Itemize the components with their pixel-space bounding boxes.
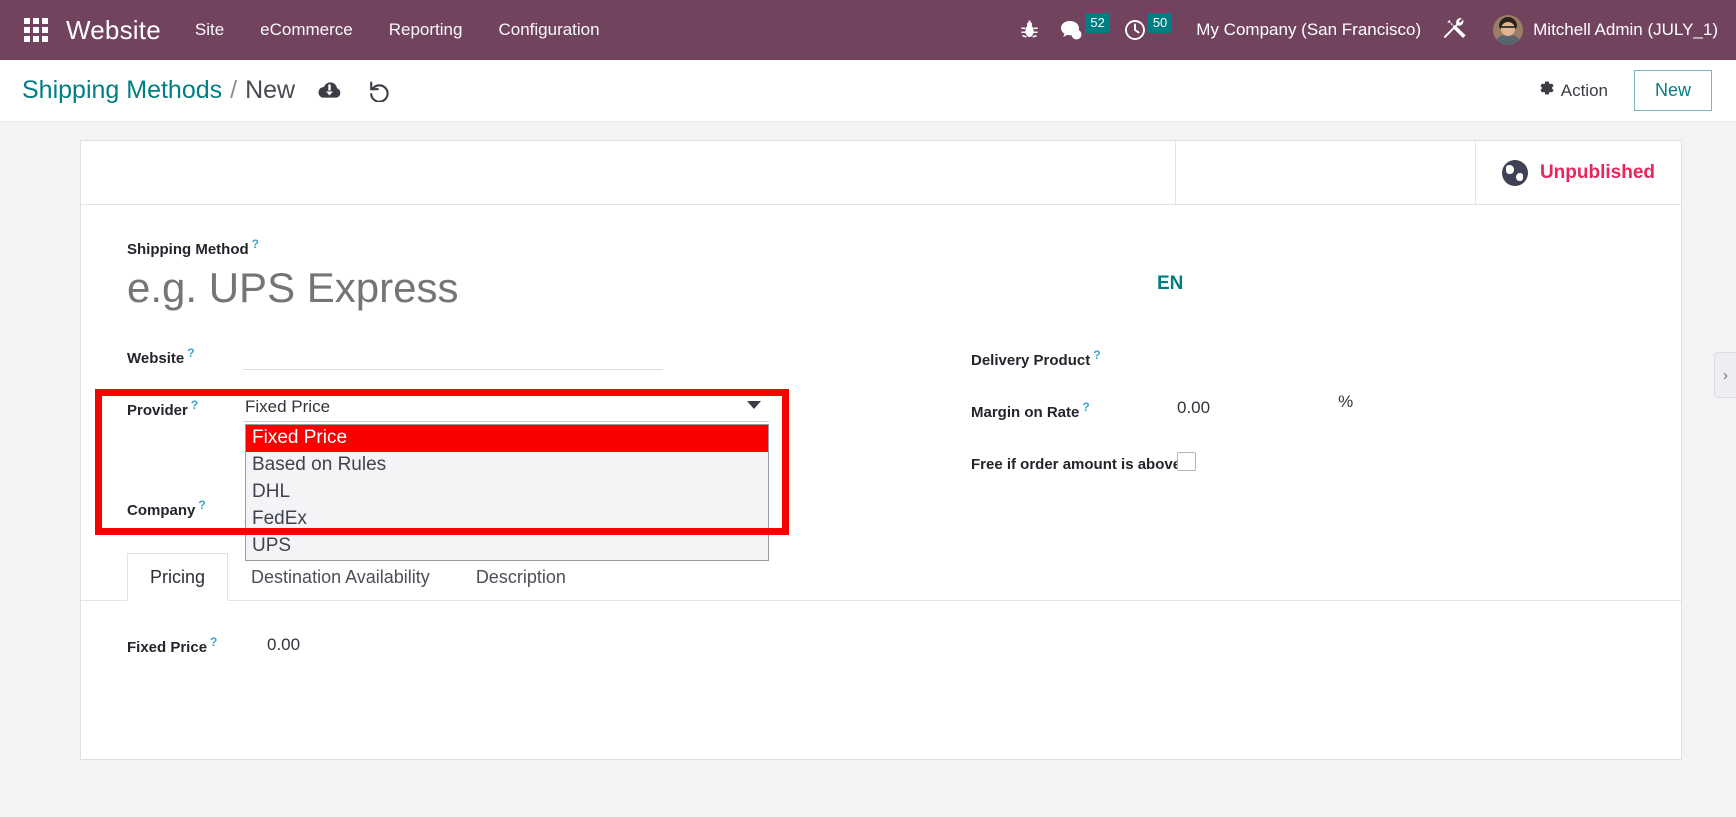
user-menu[interactable]: Mitchell Admin (JULY_1) (1533, 20, 1718, 40)
provider-option-fixed-price[interactable]: Fixed Price (246, 425, 768, 452)
tooltip-icon[interactable]: ? (198, 498, 205, 512)
tooltip-icon[interactable]: ? (1082, 400, 1089, 414)
status-badge[interactable]: Unpublished (1474, 141, 1681, 204)
tooltip-icon[interactable]: ? (252, 237, 259, 251)
delivery-product-label: Delivery Product? (971, 348, 1101, 369)
delivery-product-value[interactable] (1177, 340, 1635, 344)
gear-icon (1538, 80, 1554, 101)
field-free-if-order-amount-above: Free if order amount is above? (971, 444, 1635, 492)
tooltip-icon[interactable]: ? (187, 346, 194, 360)
activities-count-badge[interactable]: 50 (1147, 13, 1173, 33)
action-button[interactable]: Action (1538, 80, 1608, 101)
shipping-method-input[interactable] (127, 264, 827, 312)
breadcrumb-separator: / (230, 76, 238, 104)
provider-dropdown-list[interactable]: Fixed Price Based on Rules DHL FedEx UPS (245, 424, 769, 561)
field-margin-on-rate: Margin on Rate? 0.00 % (971, 392, 1635, 440)
status-badge-label: Unpublished (1539, 161, 1655, 183)
sheet-inner: Shipping Method? EN Website? (81, 205, 1681, 561)
fixed-price-input[interactable]: 0.00 (267, 629, 300, 655)
navbar-system-tray: 52 50 My Company (San Francisco) Mitchel… (1021, 13, 1718, 45)
tab-content-pricing: Fixed Price? 0.00 (81, 601, 1681, 703)
company-label: Company? (127, 498, 206, 519)
provider-option-ups[interactable]: UPS (246, 533, 768, 560)
tab-pricing[interactable]: Pricing (127, 553, 229, 601)
form-columns: Website? Provider? Fixed Price Fixed Pri… (127, 340, 1635, 561)
provider-option-based-on-rules[interactable]: Based on Rules (246, 452, 768, 479)
free-if-order-amount-checkbox[interactable] (1177, 452, 1196, 471)
sheet-header: Unpublished (81, 141, 1681, 205)
field-provider: Provider? Fixed Price Fixed Price Based … (127, 392, 881, 561)
fixed-price-label: Fixed Price? (127, 635, 218, 656)
field-delivery-product: Delivery Product? (971, 340, 1635, 388)
page-body: Unpublished Shipping Method? EN Website? (0, 122, 1736, 817)
menu-item-configuration[interactable]: Configuration (498, 20, 599, 40)
messages-icon[interactable] (1060, 20, 1083, 41)
app-brand-website[interactable]: Website (66, 15, 161, 46)
undo-icon[interactable] (368, 80, 392, 102)
wrench-screwdriver-icon[interactable] (1443, 17, 1469, 43)
control-panel-actions: Action New (1538, 70, 1712, 111)
field-fixed-price: Fixed Price? 0.00 (127, 629, 1635, 659)
clock-icon[interactable] (1124, 19, 1146, 41)
apps-grid-icon[interactable] (24, 18, 48, 42)
menu-item-reporting[interactable]: Reporting (389, 20, 463, 40)
new-button[interactable]: New (1633, 70, 1712, 111)
form-column-right: Delivery Product? Margin on Rate? 0.00 % (881, 340, 1635, 544)
menu-item-site[interactable]: Site (195, 20, 224, 40)
company-switcher[interactable]: My Company (San Francisco) (1196, 20, 1421, 40)
globe-icon (1501, 159, 1528, 186)
margin-on-rate-suffix: % (1338, 392, 1354, 411)
breadcrumb-current-new: New (245, 76, 296, 104)
free-if-order-amount-label: Free if order amount is above? (971, 444, 1191, 477)
breadcrumb-shipping-methods[interactable]: Shipping Methods (22, 76, 222, 105)
website-input[interactable] (243, 344, 663, 370)
cloud-upload-icon[interactable] (317, 81, 342, 100)
form-sheet: Unpublished Shipping Method? EN Website? (80, 140, 1682, 760)
notebook: Pricing Destination Availability Descrip… (81, 552, 1681, 703)
language-selector[interactable]: EN (1157, 273, 1183, 295)
bug-icon[interactable] (1021, 20, 1038, 40)
tooltip-icon[interactable]: ? (191, 398, 198, 412)
action-button-label: Action (1560, 80, 1608, 100)
avatar[interactable] (1493, 15, 1524, 45)
messages-count-badge[interactable]: 52 (1085, 13, 1110, 33)
tooltip-icon[interactable]: ? (1093, 348, 1100, 362)
provider-option-dhl[interactable]: DHL (246, 479, 768, 506)
menu-item-ecommerce[interactable]: eCommerce (260, 20, 353, 40)
chevron-right-icon: › (1723, 366, 1728, 384)
margin-on-rate-label: Margin on Rate? (971, 400, 1090, 421)
field-website: Website? (127, 340, 881, 388)
provider-value: Fixed Price Fixed Price Based on Rules D… (243, 392, 881, 561)
provider-label: Provider? (127, 398, 199, 419)
breadcrumb: Shipping Methods / New (22, 76, 295, 105)
top-navbar: Website Site eCommerce Reporting Configu… (0, 0, 1736, 60)
provider-select[interactable]: Fixed Price (243, 392, 769, 422)
website-value[interactable] (243, 340, 881, 370)
margin-on-rate-input[interactable]: 0.00 (1177, 392, 1210, 418)
title-row: Shipping Method? EN (127, 237, 1635, 312)
publish-status-button[interactable] (1174, 141, 1475, 204)
side-panel-toggle[interactable]: › (1714, 352, 1736, 398)
website-label: Website? (127, 346, 195, 367)
shipping-method-label: Shipping Method? (127, 237, 259, 258)
free-if-order-amount-value (1177, 444, 1635, 476)
provider-select-wrap: Fixed Price Fixed Price Based on Rules D… (243, 392, 769, 561)
control-panel: Shipping Methods / New Action New (0, 60, 1736, 122)
provider-option-fedex[interactable]: FedEx (246, 506, 768, 533)
form-column-left: Website? Provider? Fixed Price Fixed Pri… (127, 340, 881, 561)
tooltip-icon[interactable]: ? (210, 635, 217, 649)
